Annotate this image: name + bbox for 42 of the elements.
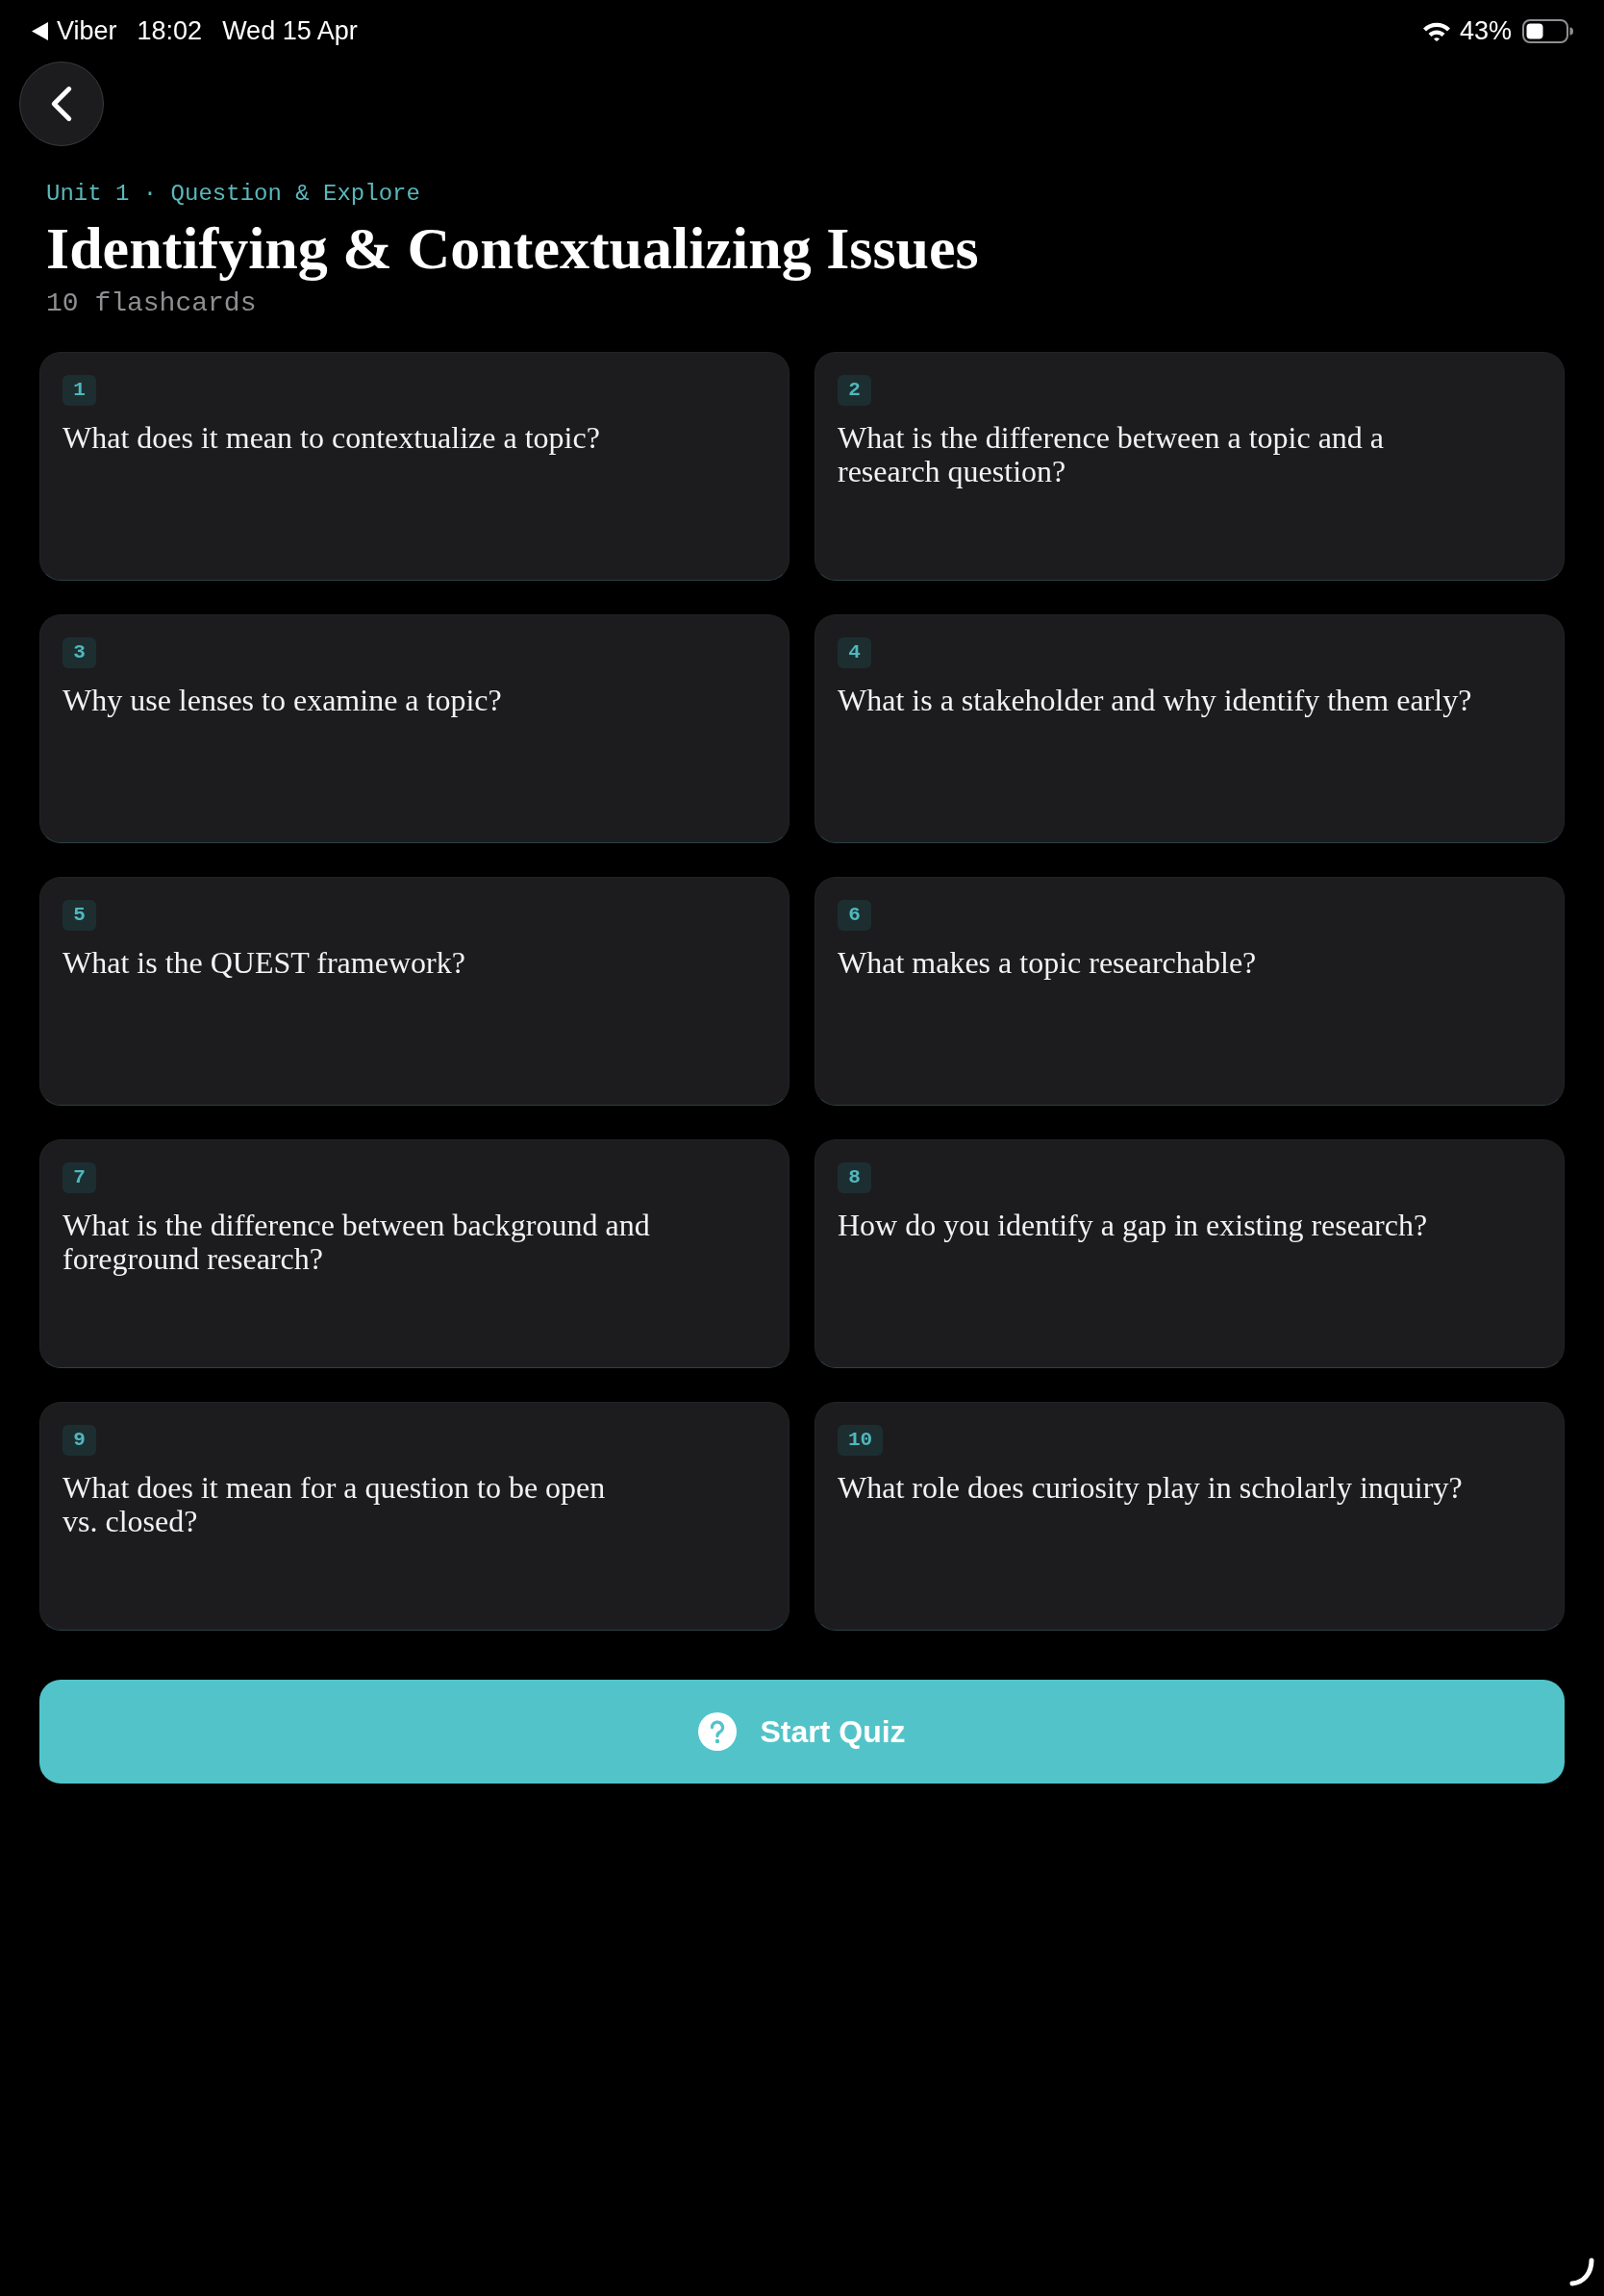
- flashcard[interactable]: 6 What makes a topic researchable?: [815, 877, 1565, 1106]
- status-date: Wed 15 Apr: [222, 15, 358, 46]
- card-question: How do you identify a gap in existing research?: [838, 1209, 1429, 1242]
- flashcard[interactable]: 4 What is a stakeholder and why identify them early?: [815, 614, 1565, 843]
- card-number-badge: 9: [63, 1425, 96, 1456]
- card-number-badge: 8: [838, 1162, 871, 1193]
- wifi-icon: [1421, 20, 1451, 41]
- card-question: What makes a topic researchable?: [838, 946, 1258, 980]
- corner-arc-icon: [1569, 2258, 1594, 2286]
- card-number-badge: 4: [838, 637, 871, 668]
- card-number-badge: 3: [63, 637, 96, 668]
- card-question: Why use lenses to examine a topic?: [63, 684, 503, 717]
- flashcard[interactable]: 5 What is the QUEST framework?: [39, 877, 789, 1106]
- page-title: Identifying & Contextualizing Issues: [46, 215, 979, 281]
- card-question: What is the QUEST framework?: [63, 946, 466, 980]
- breadcrumb: Unit 1 · Question & Explore: [46, 180, 420, 209]
- flashcard[interactable]: 9 What does it mean for a question to be open vs. closed?: [39, 1402, 789, 1631]
- card-question: What role does curiosity play in scholarly inquiry?: [838, 1471, 1464, 1505]
- status-time: 18:02: [137, 15, 203, 46]
- flashcard[interactable]: 10 What role does curiosity play in scholarly inquiry?: [815, 1402, 1565, 1631]
- card-question: What does it mean to contextualize a topic?: [63, 421, 601, 455]
- card-number-badge: 7: [63, 1162, 96, 1193]
- card-number-badge: 10: [838, 1425, 884, 1456]
- flashcard-count: 10 flashcards: [46, 287, 257, 320]
- back-to-app-link[interactable]: Viber: [32, 15, 117, 46]
- battery-percentage: 43%: [1459, 15, 1512, 46]
- back-triangle-icon: [32, 21, 48, 40]
- card-question: What is a stakeholder and why identify them early?: [838, 684, 1473, 717]
- flashcard[interactable]: 3 Why use lenses to examine a topic?: [39, 614, 789, 843]
- card-question: What is the difference between a topic and a research question?: [838, 421, 1386, 488]
- card-number-badge: 2: [838, 375, 871, 406]
- flashcard[interactable]: 7 What is the difference between background and foreground research?: [39, 1139, 789, 1368]
- flashcard[interactable]: 1 What does it mean to contextualize a topic?: [39, 352, 789, 581]
- card-number-badge: 5: [63, 900, 96, 931]
- card-number-badge: 1: [63, 375, 96, 406]
- battery-icon: [1522, 18, 1573, 43]
- question-circle-icon: [698, 1712, 738, 1751]
- flashcard[interactable]: 2 What is the difference between a topic and a research question?: [815, 352, 1565, 581]
- card-number-badge: 6: [838, 900, 871, 931]
- card-question: What is the difference between background and foreground research?: [63, 1209, 651, 1276]
- flashcard[interactable]: 8 How do you identify a gap in existing research?: [815, 1139, 1565, 1368]
- card-question: What does it mean for a question to be open vs. closed?: [63, 1471, 607, 1538]
